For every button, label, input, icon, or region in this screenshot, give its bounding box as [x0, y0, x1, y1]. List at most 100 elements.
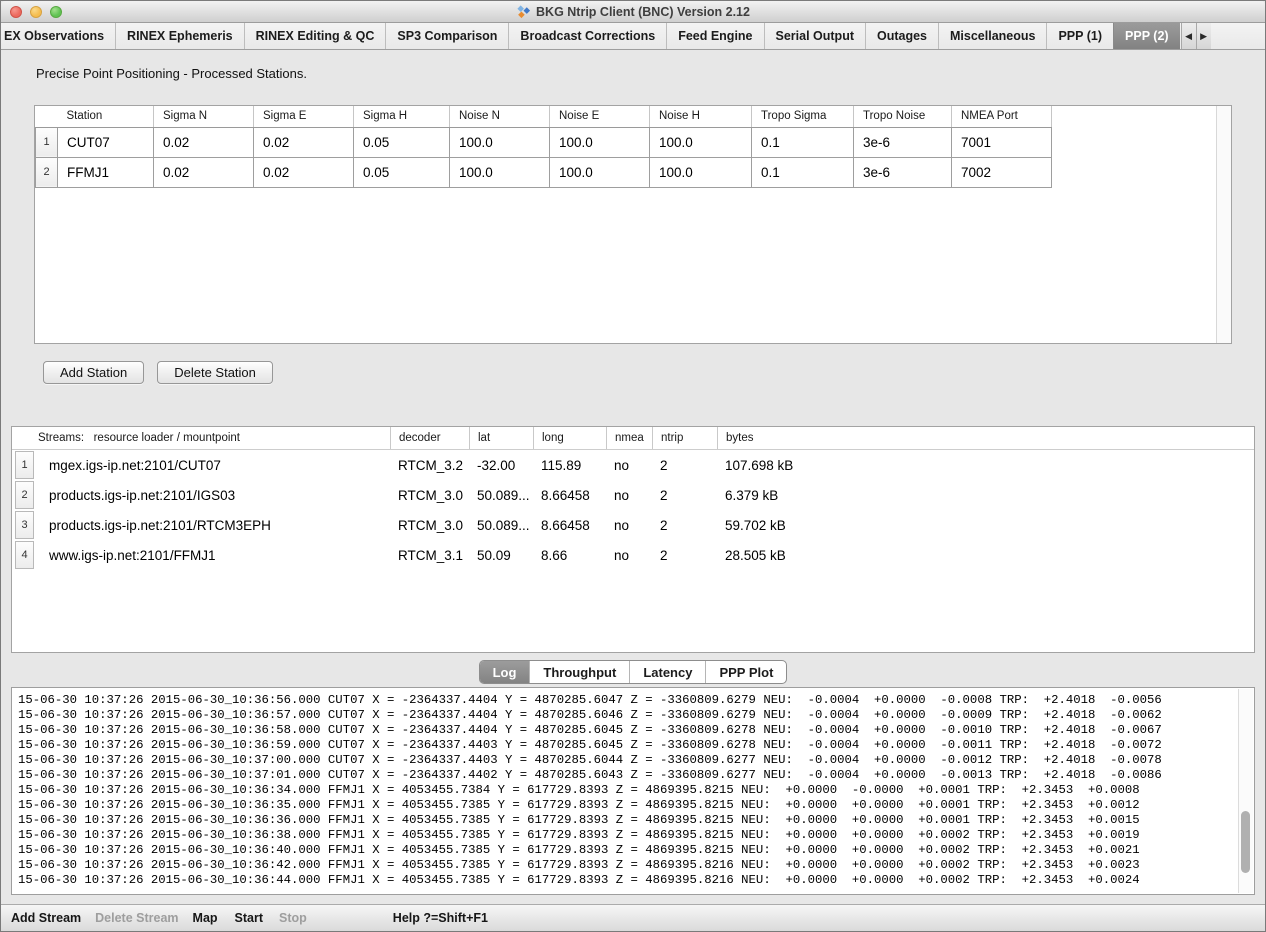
column-header[interactable]: Tropo Noise: [854, 106, 952, 127]
stream-row[interactable]: 2 products.igs-ip.net:2101/IGS03 RTCM_3.…: [12, 480, 1254, 510]
tab-sp3-comparison[interactable]: SP3 Comparison: [385, 23, 508, 49]
table-cell[interactable]: 3e-6: [854, 127, 952, 157]
table-cell[interactable]: 0.02: [154, 157, 254, 187]
log-line: 15-06-30 10:37:26 2015-06-30_10:36:56.00…: [18, 693, 1234, 708]
tab-miscellaneous[interactable]: Miscellaneous: [938, 23, 1046, 49]
table-row[interactable]: 1 CUT07 0.02 0.02 0.05 100.0 100.0 100.0…: [36, 127, 1052, 157]
streams-column-header[interactable]: ntrip: [652, 427, 717, 449]
table-cell[interactable]: 100.0: [450, 127, 550, 157]
table-row[interactable]: 2 FFMJ1 0.02 0.02 0.05 100.0 100.0 100.0…: [36, 157, 1052, 187]
table-cell[interactable]: 0.1: [752, 157, 854, 187]
minimize-button[interactable]: [30, 6, 42, 18]
table-cell[interactable]: 100.0: [650, 127, 752, 157]
column-header[interactable]: Noise E: [550, 106, 650, 127]
column-header[interactable]: Noise N: [450, 106, 550, 127]
tab-feed-engine[interactable]: Feed Engine: [666, 23, 763, 49]
log-line: 15-06-30 10:37:26 2015-06-30_10:36:36.00…: [18, 813, 1234, 828]
table-cell[interactable]: 7002: [952, 157, 1052, 187]
streams-column-header[interactable]: long: [533, 427, 606, 449]
stream-nmea: no: [606, 548, 652, 563]
stream-ntrip: 2: [652, 548, 717, 563]
row-number: 4: [15, 541, 34, 569]
table-cell[interactable]: 7001: [952, 127, 1052, 157]
tab-broadcast-corrections[interactable]: Broadcast Corrections: [508, 23, 666, 49]
table-cell[interactable]: 0.05: [354, 127, 450, 157]
map-button[interactable]: Map: [193, 911, 218, 925]
tab-scroll-left-icon[interactable]: ◀: [1181, 23, 1196, 49]
table-cell[interactable]: 0.1: [752, 127, 854, 157]
log-scrollbar[interactable]: [1238, 689, 1253, 893]
zoom-button[interactable]: [50, 6, 62, 18]
row-number: 1: [15, 451, 34, 479]
tab-latency[interactable]: Latency: [629, 661, 705, 683]
tab-scroll-buttons: ◀ ▶: [1181, 23, 1211, 49]
delete-station-button[interactable]: Delete Station: [157, 361, 273, 384]
stream-decoder: RTCM_3.2: [390, 458, 469, 473]
stations-scrollbar[interactable]: [1216, 106, 1231, 343]
tab-ppp-plot[interactable]: PPP Plot: [705, 661, 786, 683]
tab-rinex-ephemeris[interactable]: RINEX Ephemeris: [115, 23, 244, 49]
tab-ppp-1[interactable]: PPP (1): [1046, 23, 1113, 49]
column-header[interactable]: Station: [58, 106, 154, 127]
table-cell[interactable]: 100.0: [450, 157, 550, 187]
add-stream-button[interactable]: Add Stream: [11, 911, 81, 925]
table-cell[interactable]: 100.0: [650, 157, 752, 187]
tab-serial-output[interactable]: Serial Output: [764, 23, 865, 49]
column-header[interactable]: Sigma N: [154, 106, 254, 127]
tab-ppp-2[interactable]: PPP (2): [1113, 23, 1180, 49]
stream-nmea: no: [606, 518, 652, 533]
table-cell[interactable]: 100.0: [550, 127, 650, 157]
table-cell[interactable]: CUT07: [58, 127, 154, 157]
stations-header-row: Station Sigma N Sigma E Sigma H Noise N …: [36, 106, 1052, 127]
log-scrollbar-thumb[interactable]: [1241, 811, 1250, 873]
stream-row[interactable]: 3 products.igs-ip.net:2101/RTCM3EPH RTCM…: [12, 510, 1254, 540]
column-header[interactable]: Sigma H: [354, 106, 450, 127]
add-station-button[interactable]: Add Station: [43, 361, 144, 384]
stream-lat: 50.089...: [469, 518, 533, 533]
column-header[interactable]: Noise H: [650, 106, 752, 127]
stream-decoder: RTCM_3.1: [390, 548, 469, 563]
table-cell[interactable]: 0.02: [254, 157, 354, 187]
tab-scroll-right-icon[interactable]: ▶: [1196, 23, 1211, 49]
delete-stream-button[interactable]: Delete Stream: [95, 911, 178, 925]
streams-header-row: Streams: resource loader / mountpoint de…: [12, 427, 1254, 450]
log-line: 15-06-30 10:37:26 2015-06-30_10:36:58.00…: [18, 723, 1234, 738]
close-button[interactable]: [10, 6, 22, 18]
stream-ntrip: 2: [652, 458, 717, 473]
streams-panel: Streams: resource loader / mountpoint de…: [11, 426, 1255, 653]
table-cell[interactable]: 0.05: [354, 157, 450, 187]
streams-column-header[interactable]: lat: [469, 427, 533, 449]
streams-column-header[interactable]: bytes: [717, 427, 1254, 449]
stream-mountpoint: products.igs-ip.net:2101/IGS03: [34, 488, 390, 503]
streams-column-header[interactable]: decoder: [390, 427, 469, 449]
stream-bytes: 59.702 kB: [717, 518, 1254, 533]
window-title: BKG Ntrip Client (BNC) Version 2.12: [536, 5, 750, 19]
stream-row[interactable]: 4 www.igs-ip.net:2101/FFMJ1 RTCM_3.1 50.…: [12, 540, 1254, 570]
stop-button[interactable]: Stop: [279, 911, 307, 925]
table-cell[interactable]: 3e-6: [854, 157, 952, 187]
column-header[interactable]: NMEA Port: [952, 106, 1052, 127]
tab-throughput[interactable]: Throughput: [529, 661, 629, 683]
table-cell[interactable]: 0.02: [154, 127, 254, 157]
column-header[interactable]: Sigma E: [254, 106, 354, 127]
streams-column-header[interactable]: Streams: resource loader / mountpoint: [12, 427, 390, 449]
start-button[interactable]: Start: [235, 911, 263, 925]
log-line: 15-06-30 10:37:26 2015-06-30_10:36:44.00…: [18, 873, 1234, 888]
log-line: 15-06-30 10:37:26 2015-06-30_10:36:42.00…: [18, 858, 1234, 873]
stream-ntrip: 2: [652, 518, 717, 533]
table-cell[interactable]: 100.0: [550, 157, 650, 187]
table-cell[interactable]: FFMJ1: [58, 157, 154, 187]
column-header[interactable]: Tropo Sigma: [752, 106, 854, 127]
stream-row[interactable]: 1 mgex.igs-ip.net:2101/CUT07 RTCM_3.2 -3…: [12, 450, 1254, 480]
streams-column-header[interactable]: nmea: [606, 427, 652, 449]
tab-rinex-observations[interactable]: EX Observations: [1, 23, 115, 49]
ppp2-tab-content: Precise Point Positioning - Processed St…: [1, 50, 1265, 904]
tab-rinex-editing-qc[interactable]: RINEX Editing & QC: [244, 23, 386, 49]
table-cell[interactable]: 0.02: [254, 127, 354, 157]
tab-outages[interactable]: Outages: [865, 23, 938, 49]
stream-bytes: 28.505 kB: [717, 548, 1254, 563]
stream-lat: 50.09: [469, 548, 533, 563]
stream-bytes: 107.698 kB: [717, 458, 1254, 473]
tab-log[interactable]: Log: [480, 661, 530, 683]
traffic-lights: [10, 6, 62, 18]
